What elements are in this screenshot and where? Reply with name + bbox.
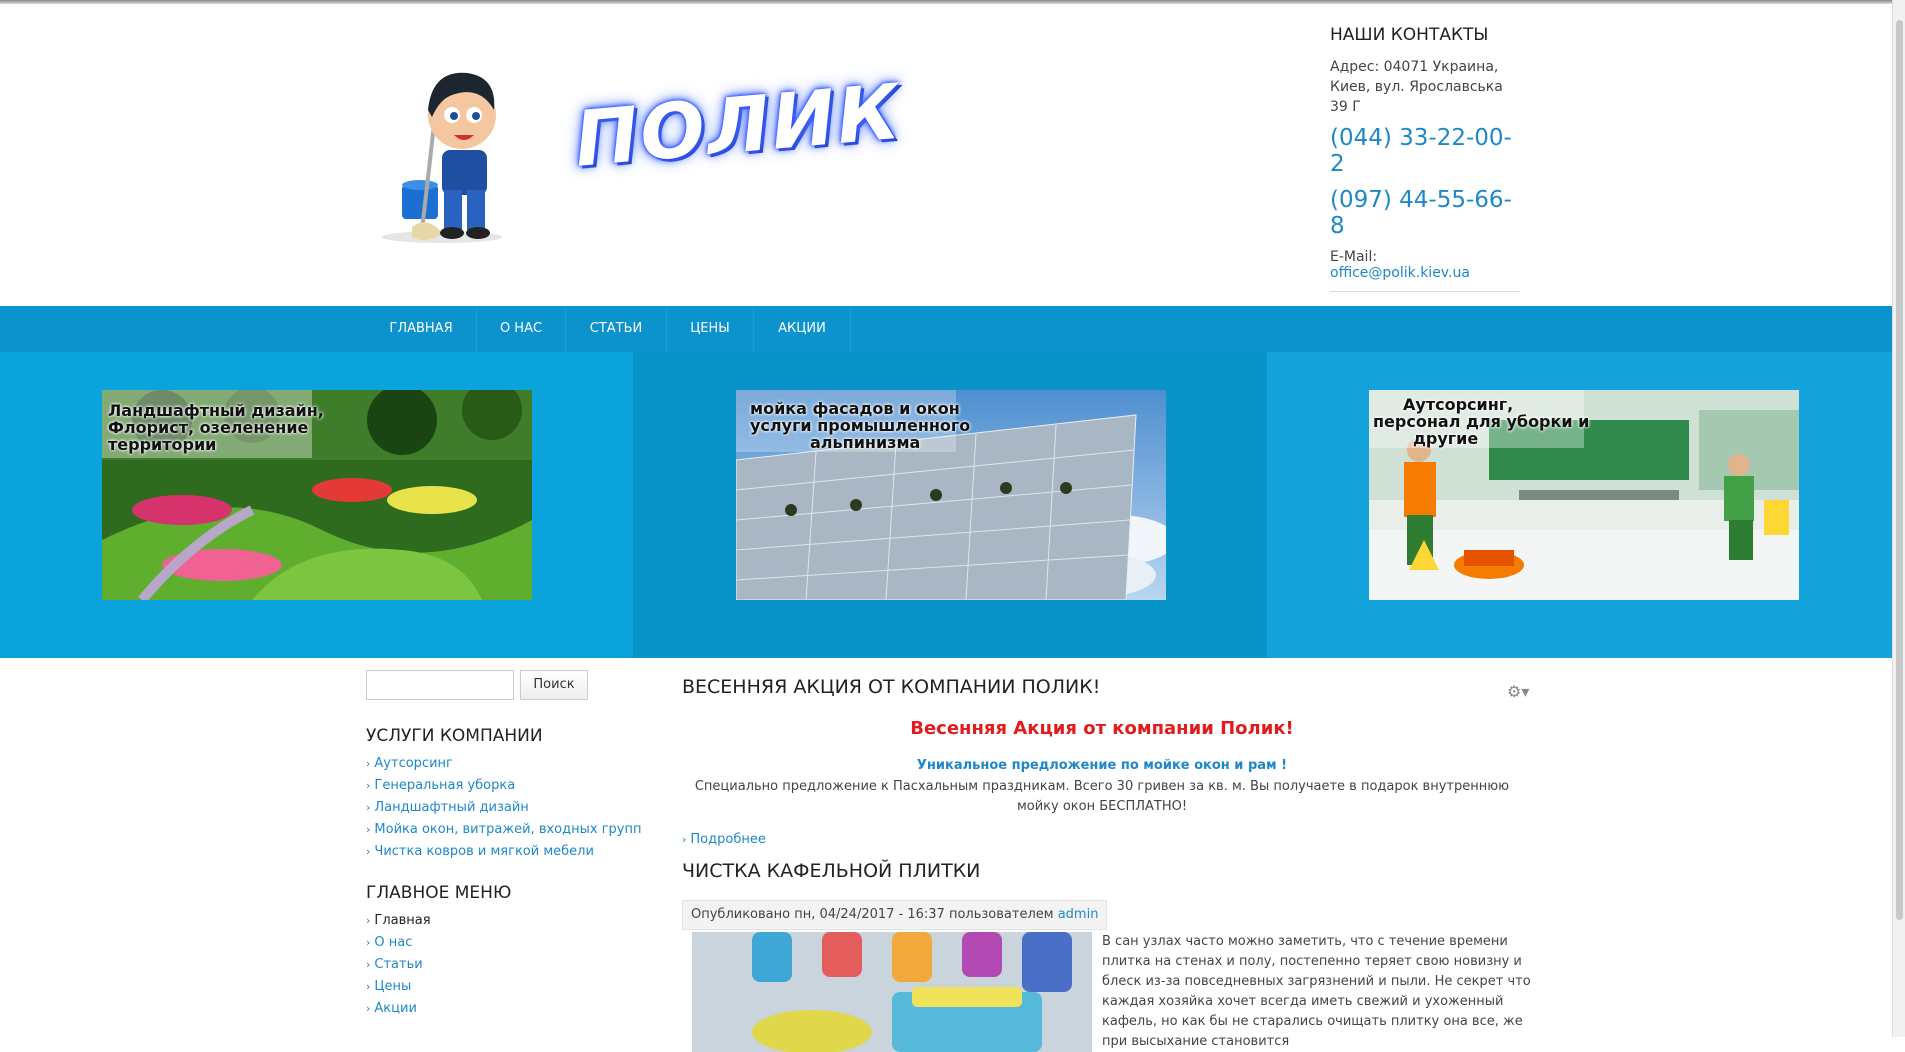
list-item: › Ландшафтный дизайн <box>366 797 641 819</box>
email-label: E-Mail: <box>1330 249 1378 265</box>
banner-windows-image[interactable]: мойка фасадов и окон услуги промышленног… <box>736 390 1166 600</box>
banner-row: Ландшафтный дизайн, Флорист, озеленение … <box>0 352 1905 658</box>
scrollbar[interactable] <box>1892 0 1905 1037</box>
main-nav: ГЛАВНАЯ О НАС СТАТЬИ ЦЕНЫ АКЦИИ <box>0 306 1905 352</box>
promo-body: Специально предложение к Пасхальным праз… <box>694 779 1510 814</box>
service-link-outsourcing[interactable]: Аутсорсинг <box>374 756 452 771</box>
article-2-text: В сан узлах часто можно заметить, что с … <box>1102 934 1531 1049</box>
list-item: › Статьи <box>366 954 431 976</box>
logo-text[interactable]: ПОЛИК <box>571 67 905 184</box>
banner-landscape: Ландшафтный дизайн, Флорист, озеленение … <box>0 352 633 658</box>
gear-icon[interactable]: ⚙▾ <box>1507 682 1529 701</box>
caption-line: Аутсорсинг, <box>1403 395 1514 414</box>
caption-line: другие <box>1413 429 1479 448</box>
menu-link-home[interactable]: Главная <box>374 913 430 928</box>
caption-line: Флорист, озеленение <box>108 418 309 437</box>
chevron-right-icon: › <box>366 1002 371 1015</box>
menu-link-prices[interactable]: Цены <box>374 979 411 994</box>
banner-windows-caption: мойка фасадов и окон услуги промышленног… <box>750 400 970 451</box>
site-header: ПОЛИК НАШИ КОНТАКТЫ Адрес: 04071 Украина… <box>0 0 1905 306</box>
read-more-link[interactable]: Подробнее <box>690 832 765 847</box>
article-1-title[interactable]: ВЕСЕННЯЯ АКЦИЯ ОТ КОМПАНИИ ПОЛИК! <box>682 676 1532 698</box>
email-row: E-Mail: office@polik.kiev.ua <box>1330 249 1520 292</box>
nav-item-prices[interactable]: ЦЕНЫ <box>667 306 754 352</box>
address: Адрес: 04071 Украина, Киев, вул. Ярослав… <box>1330 57 1520 117</box>
chevron-right-icon: › <box>682 833 687 846</box>
services-list: › Аутсорсинг › Генеральная уборка › Ландшаф… <box>366 753 641 863</box>
promo-subheading: Уникальное предложение по мойке окон и р… <box>916 758 1288 773</box>
nav-item-about[interactable]: О НАС <box>477 306 566 352</box>
caption-line: мойка фасадов и окон <box>750 399 960 418</box>
list-item: › Цены <box>366 976 431 998</box>
nav-item-articles[interactable]: СТАТЬИ <box>566 306 667 352</box>
contacts-block: НАШИ КОНТАКТЫ Адрес: 04071 Украина, Киев… <box>1330 25 1520 292</box>
author-link[interactable]: admin <box>1058 907 1099 922</box>
banner-landscape-caption: Ландшафтный дизайн, Флорист, озеленение … <box>108 402 324 453</box>
service-link-carpets[interactable]: Чистка ковров и мягкой мебели <box>374 844 594 859</box>
chevron-right-icon: › <box>366 958 371 971</box>
caption-line: услуги промышленного <box>750 416 971 435</box>
mascot-logo-icon[interactable] <box>372 55 522 245</box>
contacts-title: НАШИ КОНТАКТЫ <box>1330 25 1489 45</box>
main-menu-list: › Главная › О нас › Статьи › Цены › Акции <box>366 910 431 1020</box>
chevron-right-icon: › <box>366 779 371 792</box>
chevron-right-icon: › <box>366 801 371 814</box>
list-item: › Акции <box>366 998 431 1020</box>
service-link-landscape[interactable]: Ландшафтный дизайн <box>374 800 528 815</box>
list-item: › Главная <box>366 910 431 932</box>
banner-outsourcing-caption: Аутсорсинг, персонал для уборки и другие <box>1373 396 1589 447</box>
address-line-2: Киев, вул. Ярославська 39 Г <box>1330 79 1503 115</box>
phone-1: (044) 33-22-00-2 <box>1330 125 1512 177</box>
address-line-1: Адрес: 04071 Украина, <box>1330 59 1499 75</box>
read-more: › Подробнее <box>682 832 766 847</box>
list-item: › Мойка окон, витражей, входных групп <box>366 819 641 841</box>
cleaning-supplies-image-icon <box>692 932 1092 1052</box>
caption-line: персонал для уборки и <box>1373 412 1590 431</box>
nav-item-promos[interactable]: АКЦИИ <box>754 306 851 352</box>
menu-link-promos[interactable]: Акции <box>374 1001 417 1016</box>
services-title: УСЛУГИ КОМПАНИИ <box>366 726 543 746</box>
banner-outsourcing-image[interactable]: Аутсорсинг, персонал для уборки и другие <box>1369 390 1799 600</box>
banner-outsourcing: Аутсорсинг, персонал для уборки и другие <box>1267 352 1892 658</box>
menu-link-about[interactable]: О нас <box>374 935 412 950</box>
service-link-windows[interactable]: Мойка окон, витражей, входных групп <box>374 822 641 837</box>
article-2-image[interactable] <box>692 932 1092 1052</box>
list-item: › Чистка ковров и мягкой мебели <box>366 841 641 863</box>
article-2-meta: Опубликовано пн, 04/24/2017 - 16:37 поль… <box>682 900 1108 930</box>
chevron-right-icon: › <box>366 980 371 993</box>
caption-line: альпинизма <box>810 433 921 452</box>
service-link-general-cleaning[interactable]: Генеральная уборка <box>374 778 515 793</box>
caption-line: территории <box>108 435 217 454</box>
main-content: ВЕСЕННЯЯ АКЦИЯ ОТ КОМПАНИИ ПОЛИК! ⚙▾ Вес… <box>682 676 1532 1052</box>
scrollbar-thumb[interactable] <box>1896 20 1903 920</box>
list-item: › Аутсорсинг <box>366 753 641 775</box>
chevron-right-icon: › <box>366 845 371 858</box>
banner-windows: мойка фасадов и окон услуги промышленног… <box>633 352 1267 658</box>
nav-item-home[interactable]: ГЛАВНАЯ <box>366 306 477 352</box>
main-menu-title: ГЛАВНОЕ МЕНЮ <box>366 883 512 903</box>
search-input[interactable] <box>366 670 514 700</box>
menu-link-articles[interactable]: Статьи <box>374 957 422 972</box>
list-item: › Генеральная уборка <box>366 775 641 797</box>
article-2-title[interactable]: ЧИСТКА КАФЕЛЬНОЙ ПЛИТКИ <box>682 860 980 882</box>
banner-landscape-image[interactable]: Ландшафтный дизайн, Флорист, озеленение … <box>102 390 532 600</box>
chevron-right-icon: › <box>366 757 371 770</box>
chevron-right-icon: › <box>366 936 371 949</box>
email-link[interactable]: office@polik.kiev.ua <box>1330 265 1470 281</box>
meta-text: Опубликовано пн, 04/24/2017 - 16:37 поль… <box>691 907 1058 922</box>
caption-line: Ландшафтный дизайн, <box>108 401 324 420</box>
phone-2: (097) 44-55-66-8 <box>1330 187 1512 239</box>
chevron-right-icon: › <box>366 823 371 836</box>
chevron-right-icon: › <box>366 914 371 927</box>
search-button[interactable]: Поиск <box>520 670 588 700</box>
promo-heading: Весенняя Акция от компании Полик! <box>910 718 1294 739</box>
list-item: › О нас <box>366 932 431 954</box>
